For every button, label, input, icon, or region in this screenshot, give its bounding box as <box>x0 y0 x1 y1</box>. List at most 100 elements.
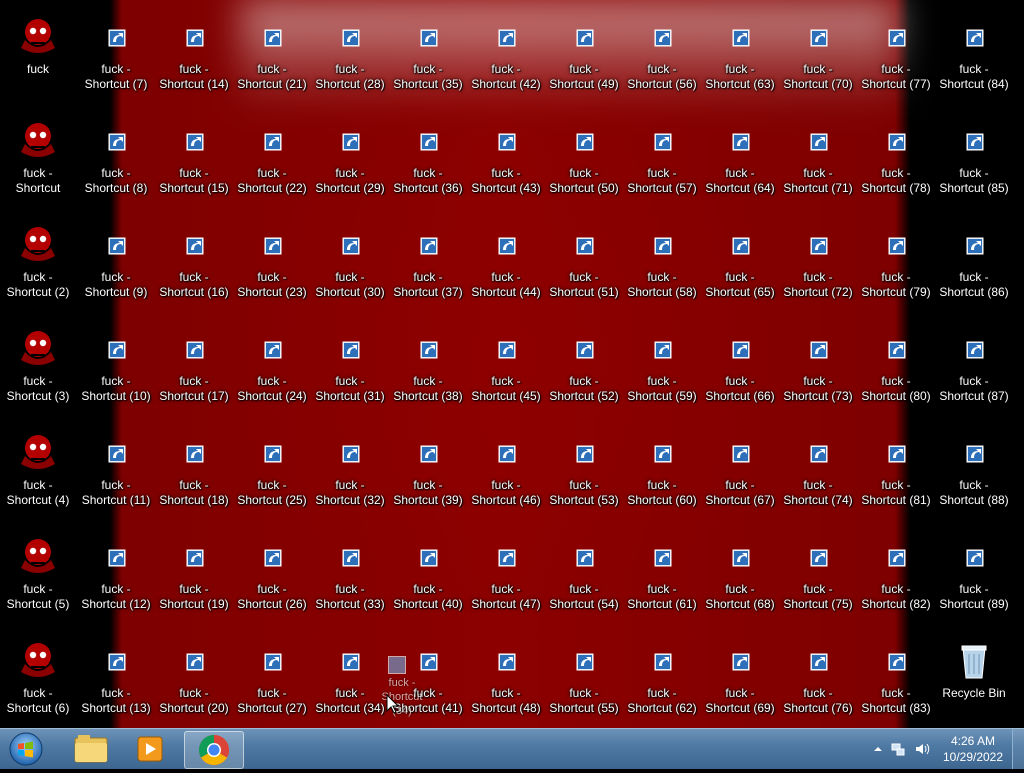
desktop-shortcut[interactable]: fuck - Shortcut (80) <box>858 322 934 422</box>
show-hidden-icons-icon[interactable] <box>870 741 886 757</box>
desktop-shortcut[interactable]: fuck - Shortcut (8) <box>78 114 154 214</box>
desktop-shortcut[interactable]: fuck - Shortcut (71) <box>780 114 856 214</box>
desktop-shortcut[interactable]: fuck - Shortcut (21) <box>234 10 310 110</box>
desktop-shortcut[interactable]: fuck - Shortcut (88) <box>936 426 1012 526</box>
desktop-shortcut[interactable]: fuck - Shortcut (70) <box>780 10 856 110</box>
system-clock[interactable]: 4:26 AM 10/29/2022 <box>940 733 1006 765</box>
desktop-shortcut[interactable]: fuck - Shortcut (50) <box>546 114 622 214</box>
desktop-shortcut[interactable]: fuck - Shortcut (23) <box>234 218 310 318</box>
desktop-shortcut[interactable]: fuck - Shortcut (5) <box>0 530 76 630</box>
desktop-shortcut[interactable]: fuck - Shortcut (63) <box>702 10 778 110</box>
desktop-shortcut[interactable]: fuck - Shortcut (79) <box>858 218 934 318</box>
volume-icon[interactable] <box>914 741 930 757</box>
desktop-shortcut[interactable]: fuck - Shortcut (37) <box>390 218 466 318</box>
desktop-shortcut[interactable]: fuck - Shortcut (17) <box>156 322 232 422</box>
desktop-shortcut[interactable]: fuck - Shortcut (53) <box>546 426 622 526</box>
desktop-shortcut[interactable]: fuck - Shortcut (24) <box>234 322 310 422</box>
desktop-shortcut[interactable]: fuck - Shortcut (69) <box>702 634 778 728</box>
desktop-shortcut[interactable]: fuck - Shortcut (26) <box>234 530 310 630</box>
desktop-shortcut[interactable]: fuck - Shortcut (89) <box>936 530 1012 630</box>
desktop-shortcut[interactable]: fuck - Shortcut (52) <box>546 322 622 422</box>
desktop-shortcut[interactable]: fuck - Shortcut (29) <box>312 114 388 214</box>
desktop-shortcut[interactable]: fuck - Shortcut (19) <box>156 530 232 630</box>
desktop-shortcut[interactable]: fuck - Shortcut (74) <box>780 426 856 526</box>
desktop-shortcut[interactable]: fuck - Shortcut (27) <box>234 634 310 728</box>
desktop-shortcut[interactable]: fuck - Shortcut (32) <box>312 426 388 526</box>
desktop-shortcut[interactable]: fuck - Shortcut (46) <box>468 426 544 526</box>
show-desktop-button[interactable] <box>1012 729 1024 769</box>
network-icon[interactable] <box>890 741 906 757</box>
desktop-shortcut[interactable]: fuck - Shortcut (58) <box>624 218 700 318</box>
desktop-shortcut[interactable]: fuck - Shortcut (56) <box>624 10 700 110</box>
desktop[interactable]: fuck fuck - Shortcut fuck - Shortcut (2) fuck… <box>0 0 1024 728</box>
desktop-shortcut[interactable]: fuck - Shortcut (7) <box>78 10 154 110</box>
desktop-shortcut[interactable]: fuck - Shortcut (62) <box>624 634 700 728</box>
desktop-shortcut[interactable]: fuck - Shortcut (22) <box>234 114 310 214</box>
desktop-shortcut[interactable]: fuck - Shortcut (31) <box>312 322 388 422</box>
desktop-shortcut[interactable]: fuck - Shortcut (57) <box>624 114 700 214</box>
desktop-shortcut[interactable]: fuck - Shortcut (82) <box>858 530 934 630</box>
desktop-shortcut[interactable]: fuck - Shortcut (84) <box>936 10 1012 110</box>
desktop-shortcut[interactable]: fuck - Shortcut (47) <box>468 530 544 630</box>
desktop-shortcut[interactable]: fuck - Shortcut (15) <box>156 114 232 214</box>
start-button[interactable] <box>4 731 48 767</box>
desktop-shortcut[interactable]: fuck - Shortcut (85) <box>936 114 1012 214</box>
desktop-shortcut[interactable]: fuck - Shortcut (55) <box>546 634 622 728</box>
desktop-shortcut[interactable]: fuck - Shortcut (45) <box>468 322 544 422</box>
desktop-shortcut[interactable]: fuck - Shortcut (39) <box>390 426 466 526</box>
desktop-shortcut[interactable]: fuck - Shortcut (75) <box>780 530 856 630</box>
desktop-shortcut[interactable]: fuck - Shortcut (60) <box>624 426 700 526</box>
desktop-shortcut[interactable]: fuck - Shortcut (25) <box>234 426 310 526</box>
desktop-icon-recycle-bin[interactable]: Recycle Bin <box>936 634 1012 728</box>
desktop-shortcut[interactable]: fuck - Shortcut (40) <box>390 530 466 630</box>
desktop-shortcut[interactable]: fuck - Shortcut (73) <box>780 322 856 422</box>
taskbar-chrome-button[interactable] <box>184 731 244 769</box>
desktop-shortcut[interactable]: fuck - Shortcut (42) <box>468 10 544 110</box>
desktop-shortcut[interactable]: fuck - Shortcut (2) <box>0 218 76 318</box>
desktop-shortcut[interactable]: fuck - Shortcut <box>0 114 76 214</box>
desktop-shortcut[interactable]: fuck - Shortcut (49) <box>546 10 622 110</box>
desktop-shortcut[interactable]: fuck - Shortcut (59) <box>624 322 700 422</box>
desktop-shortcut[interactable]: fuck - Shortcut (66) <box>702 322 778 422</box>
desktop-shortcut[interactable]: fuck - Shortcut (38) <box>390 322 466 422</box>
desktop-shortcut[interactable]: fuck - Shortcut (48) <box>468 634 544 728</box>
taskbar-media-player-button[interactable] <box>124 731 178 767</box>
desktop-shortcut[interactable]: fuck - Shortcut (64) <box>702 114 778 214</box>
skull-shortcut-icon <box>17 328 59 370</box>
desktop-shortcut[interactable]: fuck - Shortcut (28) <box>312 10 388 110</box>
desktop-shortcut[interactable]: fuck - Shortcut (68) <box>702 530 778 630</box>
desktop-shortcut[interactable]: fuck - Shortcut (77) <box>858 10 934 110</box>
desktop-shortcut[interactable]: fuck - Shortcut (67) <box>702 426 778 526</box>
desktop-shortcut[interactable]: fuck - Shortcut (9) <box>78 218 154 318</box>
desktop-shortcut[interactable]: fuck - Shortcut (35) <box>390 10 466 110</box>
desktop-shortcut[interactable]: fuck - Shortcut (18) <box>156 426 232 526</box>
desktop-shortcut[interactable]: fuck - Shortcut (86) <box>936 218 1012 318</box>
desktop-shortcut[interactable]: fuck - Shortcut (12) <box>78 530 154 630</box>
desktop-shortcut[interactable]: fuck - Shortcut (10) <box>78 322 154 422</box>
desktop-shortcut[interactable]: fuck - Shortcut (14) <box>156 10 232 110</box>
desktop-shortcut[interactable]: fuck - Shortcut (20) <box>156 634 232 728</box>
desktop-shortcut[interactable]: fuck - Shortcut (4) <box>0 426 76 526</box>
desktop-shortcut[interactable]: fuck - Shortcut (3) <box>0 322 76 422</box>
taskbar-explorer-button[interactable] <box>64 731 118 767</box>
desktop-shortcut[interactable]: fuck - Shortcut (51) <box>546 218 622 318</box>
desktop-shortcut[interactable]: fuck - Shortcut (72) <box>780 218 856 318</box>
desktop-shortcut[interactable]: fuck - Shortcut (11) <box>78 426 154 526</box>
desktop-shortcut[interactable]: fuck - Shortcut (30) <box>312 218 388 318</box>
desktop-shortcut[interactable]: fuck - Shortcut (33) <box>312 530 388 630</box>
desktop-shortcut[interactable]: fuck - Shortcut (81) <box>858 426 934 526</box>
desktop-shortcut[interactable]: fuck - Shortcut (76) <box>780 634 856 728</box>
desktop-shortcut[interactable]: fuck - Shortcut (6) <box>0 634 76 728</box>
desktop-shortcut[interactable]: fuck - Shortcut (16) <box>156 218 232 318</box>
desktop-icon-fuck[interactable]: fuck <box>0 10 76 110</box>
desktop-shortcut[interactable]: fuck - Shortcut (65) <box>702 218 778 318</box>
desktop-shortcut[interactable]: fuck - Shortcut (83) <box>858 634 934 728</box>
desktop-shortcut[interactable]: fuck - Shortcut (36) <box>390 114 466 214</box>
desktop-shortcut[interactable]: fuck - Shortcut (54) <box>546 530 622 630</box>
desktop-shortcut[interactable]: fuck - Shortcut (43) <box>468 114 544 214</box>
desktop-shortcut[interactable]: fuck - Shortcut (78) <box>858 114 934 214</box>
desktop-shortcut[interactable]: fuck - Shortcut (61) <box>624 530 700 630</box>
desktop-shortcut[interactable]: fuck - Shortcut (87) <box>936 322 1012 422</box>
desktop-shortcut[interactable]: fuck - Shortcut (44) <box>468 218 544 318</box>
desktop-shortcut[interactable]: fuck - Shortcut (13) <box>78 634 154 728</box>
